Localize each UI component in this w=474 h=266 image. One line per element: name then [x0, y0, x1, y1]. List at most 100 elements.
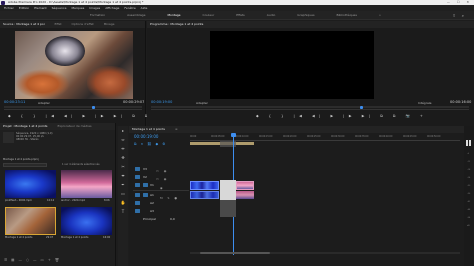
- track-toggle-icons[interactable]: ▭ ◉ ▭ ◉: [156, 167, 168, 183]
- tab-source[interactable]: Source : Montage 1 et 4 poi: [3, 22, 45, 26]
- track-target[interactable]: [135, 167, 140, 171]
- program-video-frame[interactable]: [210, 31, 374, 99]
- menu-view[interactable]: Affichage: [105, 6, 119, 10]
- timeline-timecode[interactable]: 00:00:19:00: [134, 134, 158, 139]
- ripple-edit-tool-icon[interactable]: ⇹: [118, 144, 128, 153]
- menu-help[interactable]: Aide: [141, 6, 148, 10]
- workspace-tab[interactable]: Assemblage: [127, 13, 145, 17]
- track-name: V2: [143, 175, 147, 179]
- source-scrollbar[interactable]: [4, 109, 142, 110]
- project-search-input[interactable]: [3, 163, 47, 167]
- source-fit-dropdown[interactable]: Adapter: [38, 101, 50, 105]
- razor-tool-icon[interactable]: ✂: [118, 162, 128, 171]
- ruler-tick: 00:00:45:00: [403, 135, 417, 138]
- thumbnail-duration: 8:06: [104, 199, 110, 202]
- track-select-tool-icon[interactable]: ⇔: [118, 135, 128, 144]
- workspace-overflow[interactable]: »: [379, 13, 381, 17]
- source-timecode-in[interactable]: 00:00:23:11: [4, 100, 25, 104]
- menu-images[interactable]: Images: [89, 6, 100, 10]
- program-timecode[interactable]: 00:00:19:00: [151, 100, 172, 104]
- type-tool-icon[interactable]: T: [118, 207, 128, 216]
- meter-peak-r: [469, 140, 471, 146]
- project-thumbnail[interactable]: [61, 207, 112, 235]
- track-target[interactable]: [135, 193, 140, 197]
- menu-markers[interactable]: Marques: [71, 6, 84, 10]
- tab-menu-icon[interactable]: ≡: [175, 127, 178, 131]
- tab-effect[interactable]: Effet: [55, 22, 62, 26]
- workspace-tab[interactable]: Couleur: [203, 13, 215, 17]
- menu-window[interactable]: Fenêtre: [124, 6, 135, 10]
- thumbnail-duration: 10:12: [47, 199, 55, 202]
- track-target[interactable]: [135, 175, 140, 179]
- trash-icon: 🗑: [54, 258, 64, 262]
- program-fit-dropdown[interactable]: Adapter: [196, 101, 208, 105]
- tab-media-browser[interactable]: Explorateur de médias: [58, 124, 92, 128]
- project-thumbnail[interactable]: [5, 170, 56, 198]
- timeline-clip-v1[interactable]: [190, 181, 219, 190]
- workspace-tab[interactable]: Formation: [90, 13, 105, 17]
- timeline-clip-a1[interactable]: [236, 191, 254, 199]
- search-icon: ⌕: [461, 13, 470, 18]
- ruler-tick: 00:00:50:00: [427, 135, 441, 138]
- menu-element[interactable]: Element: [34, 6, 46, 10]
- tab-program[interactable]: Programme : Montage 1 et 4 points: [150, 22, 203, 26]
- pen-tool-icon[interactable]: ✒: [118, 180, 128, 189]
- track-target-a1[interactable]: [143, 193, 148, 197]
- hand-tool-icon[interactable]: ✋: [118, 198, 128, 207]
- menu-sequence[interactable]: Séquence: [52, 6, 67, 10]
- ruler-tick: 00:00:20:00: [283, 135, 297, 138]
- menu-file[interactable]: Fichier: [4, 6, 14, 10]
- track-name: A1: [150, 193, 154, 197]
- track-target-v1[interactable]: [143, 183, 148, 187]
- ruler-tick: 00:00:15:00: [259, 135, 273, 138]
- frame-subject: [45, 36, 85, 66]
- program-transport-controls[interactable]: ◆ { } |◀ ◀| ▶ |▶ ▶| ⧉ ⧉ 📷 +: [256, 114, 427, 118]
- selection-tool-icon[interactable]: ▸: [118, 126, 128, 135]
- source-video-frame[interactable]: [15, 31, 133, 99]
- frame-coral-left: [15, 69, 70, 99]
- ruler-tick: 00:00:40:00: [379, 135, 393, 138]
- workspace-tab[interactable]: Audio: [267, 13, 276, 17]
- timeline-clip-selected[interactable]: [220, 180, 236, 200]
- new-item-icon: +: [47, 258, 55, 262]
- project-footer-icons[interactable]: ☰▦—○—▭+🗑: [4, 258, 63, 262]
- source-time-ruler[interactable]: [4, 106, 142, 108]
- info-line: 48000 Hz - Stéréo: [16, 138, 39, 142]
- project-thumbnail[interactable]: [61, 170, 112, 198]
- workspace-tab[interactable]: Bibliothèques: [337, 13, 357, 17]
- timeline-clip-a1[interactable]: [190, 191, 219, 199]
- project-thumbnail-selected[interactable]: [5, 207, 56, 235]
- timeline-scroll-thumb[interactable]: [200, 252, 270, 254]
- thumbnail-label: Montage 1 et 4 points: [61, 236, 89, 239]
- timeline-playhead-handle[interactable]: [231, 133, 236, 137]
- frame-coral-right: [87, 66, 133, 99]
- slip-tool-icon[interactable]: ⬌: [118, 171, 128, 180]
- menu-edit[interactable]: Edition: [19, 6, 29, 10]
- timeline-clip-v1[interactable]: [236, 181, 254, 190]
- workspace-right-icons[interactable]: ⇪⌕: [452, 11, 470, 20]
- workspace-tab-active[interactable]: Montage: [167, 13, 180, 17]
- track-mute-solo[interactable]: ◉ M S ●: [160, 183, 179, 203]
- tab-mixer[interactable]: Mixage: [104, 22, 115, 26]
- tab-project[interactable]: Projet : Montage 1 et 4 points: [3, 124, 48, 128]
- tab-sequence[interactable]: Montage 1 et 4 points: [132, 127, 165, 131]
- rate-stretch-tool-icon[interactable]: ✥: [118, 153, 128, 162]
- timeline-toolbar[interactable]: ⧉∩⛓◆⚙: [134, 142, 169, 146]
- program-scrollbar[interactable]: [151, 109, 469, 110]
- ruler-tick: 00:00:10:00: [235, 135, 249, 138]
- track-target[interactable]: [135, 201, 140, 205]
- program-time-ruler[interactable]: [151, 106, 469, 108]
- workspace-tab[interactable]: Graphiques: [297, 13, 314, 17]
- workspace-tab[interactable]: Effets: [236, 13, 245, 17]
- thumbnail-label: pinkflash - 0000.mp4: [5, 199, 32, 202]
- track-name: A2: [150, 201, 154, 205]
- settings-icon: ⚙: [162, 142, 170, 146]
- rectangle-tool-icon[interactable]: ▭: [118, 189, 128, 198]
- tab-effect-options[interactable]: Options d'effet: [72, 22, 94, 26]
- workspaces-bar: Formation Assemblage Montage Couleur Effets A…: [0, 11, 474, 20]
- track-target[interactable]: [135, 183, 140, 187]
- master-value[interactable]: 0,0: [170, 217, 175, 221]
- program-quality-dropdown[interactable]: Intégrale: [418, 101, 431, 105]
- track-target[interactable]: [135, 209, 140, 213]
- sequence-preview-icon: [3, 132, 14, 143]
